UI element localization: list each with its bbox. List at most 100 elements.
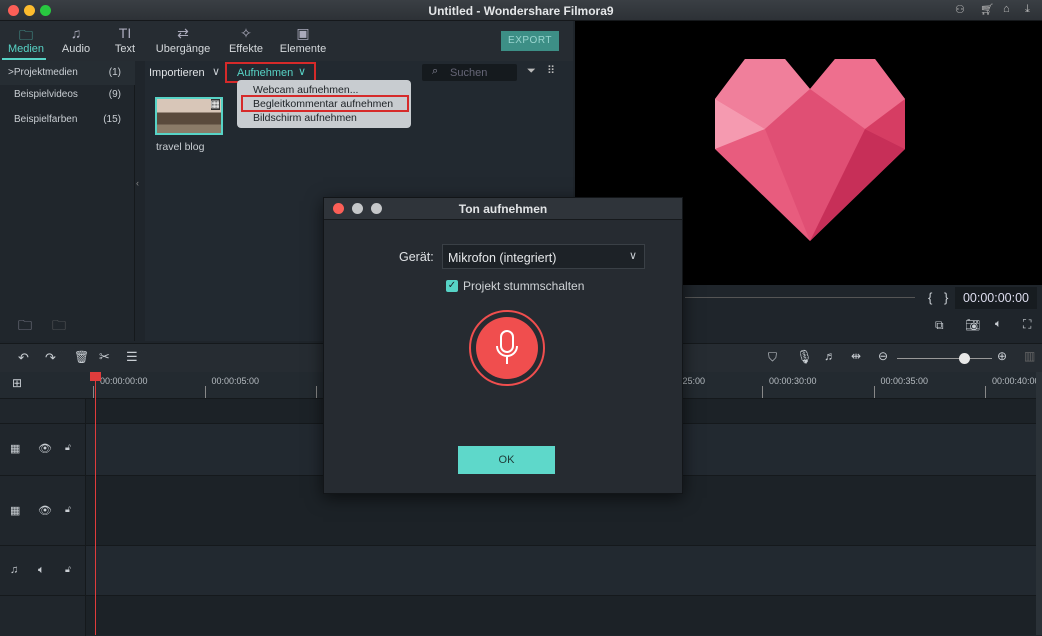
image-icon: ▣	[296, 25, 310, 41]
import-button[interactable]: Importieren	[149, 67, 205, 79]
undo-icon[interactable]: ↶	[18, 350, 29, 366]
main-toolbar: 🗀 Medien ♫ Audio TI Text ⇄ Ubergänge ✧ Effekt…	[0, 21, 573, 61]
lock-icon[interactable]: 🔓︎	[65, 504, 71, 515]
track-header	[0, 596, 86, 636]
mark-out-button[interactable]: }	[944, 290, 948, 305]
record-button[interactable]	[469, 310, 545, 386]
sidebar-item-beispielfarben[interactable]: Beispielfarben (15)	[0, 108, 135, 132]
import-chevron-icon[interactable]: ∨	[212, 65, 220, 78]
add-track-icon[interactable]: ⊞	[12, 376, 22, 390]
lock-icon[interactable]: 🔓︎	[65, 442, 71, 453]
collapse-sidebar-icon[interactable]: ‹	[136, 178, 139, 188]
timeline-track-empty	[0, 595, 1036, 636]
ruler-label: 00:00:35:00	[880, 376, 929, 386]
ruler-label: 00:00:05:00	[211, 376, 260, 386]
dialog-minimize-button	[352, 203, 363, 214]
ruler-tick	[873, 386, 875, 398]
visibility-icon[interactable]: 👁︎	[38, 442, 52, 455]
ruler-tick	[762, 386, 763, 398]
sidebar-item-beispielvideos[interactable]: Beispielvideos (9)	[0, 83, 135, 107]
track-header: ♫ 🔈︎ 🔓︎	[0, 546, 86, 596]
mute-project-checkbox[interactable]: ✓	[446, 280, 458, 292]
speaker-icon[interactable]: 🔈︎	[38, 564, 45, 577]
ruler-tick	[985, 386, 986, 398]
lock-icon[interactable]: 🔓︎	[65, 564, 71, 575]
ruler-label: 00:00:00:00	[100, 376, 148, 386]
mute-project-label: Projekt stummschalten	[463, 279, 585, 293]
delete-folder-icon[interactable]: 🗀	[52, 315, 66, 339]
device-select[interactable]: Mikrofon (integriert) ∨	[442, 244, 645, 269]
tab-text[interactable]: TI Text	[110, 25, 140, 55]
video-track-icon: ▦	[10, 443, 21, 455]
audio-mixer-icon[interactable]: ♬	[824, 349, 836, 363]
adjust-icon[interactable]: ☰	[126, 349, 138, 365]
fit-timeline-icon[interactable]: ⇹	[851, 349, 861, 363]
media-sidebar: >Projektmedien (1) Beispielvideos (9) Beis…	[0, 61, 135, 341]
effects-icon: ✧	[240, 25, 252, 41]
tab-elemente[interactable]: ▣ Elemente	[278, 25, 328, 55]
track-header	[0, 399, 86, 424]
ok-button[interactable]: OK	[458, 446, 555, 474]
audio-track-1[interactable]: ♫ 🔈︎ 🔓︎	[0, 545, 1036, 596]
heart-image	[715, 59, 905, 241]
timecode-display: 00:00:00:00	[955, 287, 1037, 309]
transition-icon: ⇄	[177, 25, 189, 41]
ruler-tick	[316, 386, 317, 398]
export-button[interactable]: EXPORT	[501, 31, 559, 51]
timeline-scrollbar[interactable]	[1036, 372, 1042, 635]
search-input[interactable]: ⌕ Suchen	[422, 64, 517, 81]
playhead-handle[interactable]	[90, 372, 101, 381]
visibility-icon[interactable]: 👁︎	[38, 504, 52, 517]
zoom-in-icon[interactable]: ⊕	[997, 349, 1007, 363]
dialog-maximize-button	[371, 203, 382, 214]
tab-effekte[interactable]: ✧ Effekte	[226, 25, 266, 55]
record-dropdown-menu: Webcam aufnehmen... Begleitkommentar auf…	[237, 80, 411, 128]
playhead[interactable]	[90, 372, 101, 635]
filter-icon[interactable]: ⏷	[527, 65, 536, 78]
menu-item-screen[interactable]: Bildschirm aufnehmen	[253, 111, 357, 125]
record-chevron-icon[interactable]: ∨	[298, 65, 306, 78]
timeline-zoom-slider[interactable]	[897, 353, 992, 364]
download-icon[interactable]: ⤓	[1025, 3, 1030, 16]
video-clip-icon: ▦	[210, 99, 220, 110]
tab-medien[interactable]: 🗀 Medien	[6, 25, 46, 55]
grid-view-icon[interactable]: ⠿	[547, 64, 555, 77]
fullscreen-icon[interactable]: ⛶	[1023, 317, 1031, 332]
window-title: Untitled - Wondershare Filmora9	[428, 4, 614, 18]
notification-icon[interactable]: ⌂	[1003, 3, 1010, 15]
media-item-label: travel blog	[156, 141, 205, 153]
device-label: Gerät:	[399, 250, 434, 264]
tab-audio[interactable]: ♫ Audio	[58, 25, 94, 55]
music-note-icon: ♫	[10, 564, 19, 576]
cut-icon[interactable]: ✂	[99, 349, 110, 365]
record-button[interactable]: Aufnehmen	[237, 67, 293, 79]
sidebar-item-projektmedien[interactable]: >Projektmedien (1)	[0, 61, 135, 85]
marker-icon[interactable]: ⛉	[768, 350, 777, 365]
ruler-tick	[204, 386, 206, 398]
menu-item-voiceover[interactable]: Begleitkommentar aufnehmen	[253, 97, 393, 111]
redo-icon[interactable]: ↷	[45, 350, 56, 366]
video-track-icon: ▦	[10, 505, 21, 517]
dialog-close-button[interactable]	[333, 203, 344, 214]
music-note-icon: ♫	[70, 25, 82, 41]
tab-uebergaenge[interactable]: ⇄ Ubergänge	[153, 25, 213, 55]
mark-in-button[interactable]: {	[928, 290, 932, 305]
zoom-out-icon[interactable]: ⊖	[878, 349, 888, 363]
record-audio-dialog: Ton aufnehmen Gerät: Mikrofon (integrier…	[323, 197, 683, 494]
zoom-slider-handle[interactable]	[958, 353, 970, 364]
search-icon: ⌕	[432, 65, 439, 77]
playback-progress-bar[interactable]	[685, 297, 915, 298]
record-button-fill	[476, 317, 538, 379]
title-bar: Untitled - Wondershare Filmora9 ⚇ 🛒︎ ⌂ ⤓	[0, 0, 1042, 21]
snapshot-icon[interactable]: 📷︎	[965, 318, 980, 332]
volume-icon[interactable]: 🔈︎	[995, 318, 1002, 331]
microphone-icon	[496, 330, 518, 364]
microphone-icon[interactable]: 🎙︎	[796, 349, 813, 365]
media-thumbnail-travel-blog[interactable]: ▦	[155, 97, 223, 135]
user-icon[interactable]: ⚇	[955, 3, 965, 16]
cart-icon[interactable]: 🛒︎	[980, 3, 994, 16]
render-settings-icon[interactable]: ⧉	[935, 318, 944, 333]
new-folder-icon[interactable]: 🗀	[18, 315, 32, 339]
delete-icon[interactable]: 🗑︎	[74, 350, 89, 364]
audio-meter-icon: ▥	[1024, 349, 1036, 363]
